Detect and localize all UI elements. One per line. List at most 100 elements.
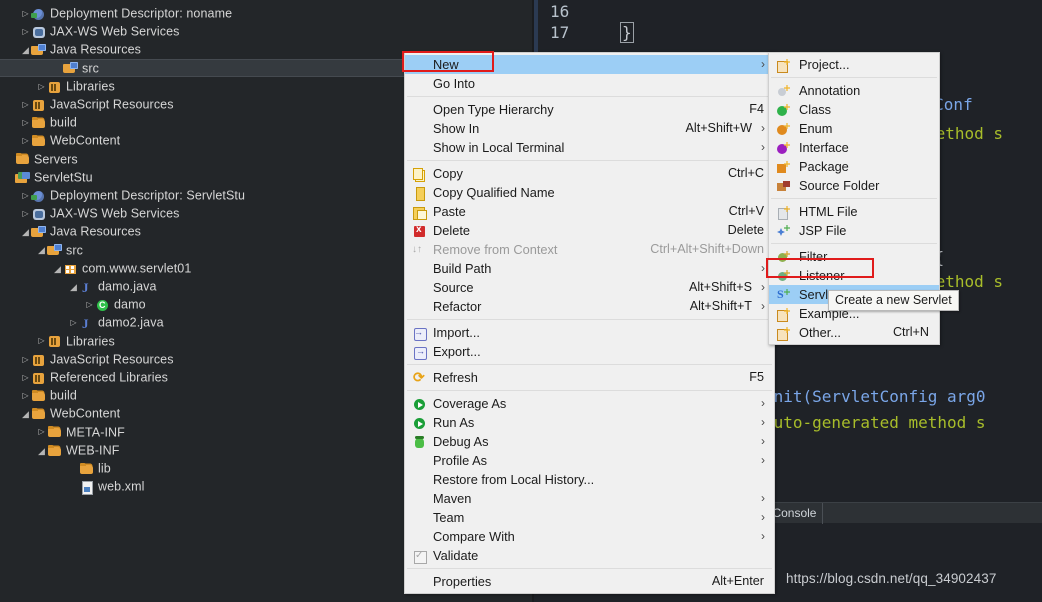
folder-icon: [47, 425, 63, 439]
new-menu-item-listener[interactable]: Listener: [769, 266, 939, 285]
menu-item-show-in-local-terminal[interactable]: Show in Local Terminal ›: [405, 138, 774, 157]
menu-item-export[interactable]: Export...: [405, 342, 774, 361]
new-menu-item-jsp-file[interactable]: JSP File: [769, 221, 939, 240]
menu-item-properties[interactable]: Properties Alt+Enter: [405, 572, 774, 591]
new-menu-item-enum[interactable]: Enum: [769, 119, 939, 138]
chevron-right-icon[interactable]: ▷: [84, 296, 95, 314]
menu-item-run-as[interactable]: Run As ›: [405, 413, 774, 432]
chevron-right-icon[interactable]: ▷: [20, 132, 31, 150]
delete-icon: [413, 223, 426, 238]
menu-item-profile-as[interactable]: Profile As ›: [405, 451, 774, 470]
menu-item-label: Coverage As: [433, 396, 507, 411]
chevron-right-icon[interactable]: ▷: [20, 23, 31, 41]
menu-item-open-type-hierarchy[interactable]: Open Type Hierarchy F4: [405, 100, 774, 119]
package-icon: [63, 262, 79, 276]
chevron-down-icon[interactable]: ◢: [68, 278, 79, 296]
tree-item-jax-ws-web-services[interactable]: ▷ JAX-WS Web Services: [0, 22, 534, 40]
menu-separator: [407, 160, 772, 161]
new-menu-item-other[interactable]: Other... Ctrl+N: [769, 323, 939, 342]
menu-item-label: Export...: [433, 344, 481, 359]
new-menu-item-source-folder[interactable]: Source Folder: [769, 176, 939, 195]
tree-item-deployment-descriptor-noname[interactable]: ▷ Deployment Descriptor: noname: [0, 4, 534, 22]
menu-separator: [407, 568, 772, 569]
menu-item-delete[interactable]: Delete Delete: [405, 221, 774, 240]
menu-item-debug-as[interactable]: Debug As ›: [405, 432, 774, 451]
chevron-down-icon[interactable]: ◢: [20, 223, 31, 241]
chevron-down-icon[interactable]: ◢: [20, 41, 31, 59]
menu-item-refactor[interactable]: Refactor Alt+Shift+T ›: [405, 297, 774, 316]
chevron-right-icon[interactable]: ▷: [36, 332, 47, 350]
chevron-right-icon[interactable]: ▷: [20, 187, 31, 205]
menu-item-source[interactable]: Source Alt+Shift+S ›: [405, 278, 774, 297]
chevron-down-icon[interactable]: ◢: [36, 241, 47, 259]
new-menu-item-class[interactable]: Class: [769, 100, 939, 119]
new-enum-icon: [777, 123, 790, 136]
menu-item-label: Compare With: [433, 529, 515, 544]
menu-item-team[interactable]: Team ›: [405, 508, 774, 527]
menu-item-refresh[interactable]: Refresh F5: [405, 368, 774, 387]
chevron-right-icon[interactable]: ▷: [20, 369, 31, 387]
new-servlet-icon: [777, 285, 790, 304]
chevron-right-icon[interactable]: ▷: [20, 5, 31, 23]
menu-item-validate[interactable]: Validate: [405, 546, 774, 565]
refresh-icon: [413, 369, 426, 386]
menu-item-accelerator: Delete: [727, 223, 764, 237]
menu-item-accelerator: Alt+Enter: [711, 574, 764, 588]
folder-icon: [31, 407, 47, 421]
chevron-right-icon[interactable]: ▷: [36, 78, 47, 96]
menu-item-copy-qualified-name[interactable]: Copy Qualified Name: [405, 183, 774, 202]
matched-brace: }: [620, 22, 634, 43]
menu-item-import[interactable]: Import...: [405, 323, 774, 342]
new-menu-item-label: Source Folder: [799, 178, 880, 193]
menu-separator: [407, 96, 772, 97]
chevron-right-icon: ›: [761, 121, 765, 135]
new-menu-item-html-file[interactable]: HTML File: [769, 202, 939, 221]
chevron-right-icon[interactable]: ▷: [20, 205, 31, 223]
chevron-right-icon[interactable]: ▷: [68, 314, 79, 332]
tree-item-label: Libraries: [66, 79, 115, 94]
debug-icon: [413, 436, 426, 449]
chevron-down-icon[interactable]: ◢: [36, 442, 47, 460]
java-resources-icon: [31, 225, 47, 239]
blog-watermark: https://blog.csdn.net/qq_34902437: [786, 571, 997, 586]
new-menu-item-package[interactable]: Package: [769, 157, 939, 176]
chevron-right-icon[interactable]: ▷: [20, 387, 31, 405]
menu-item-coverage-as[interactable]: Coverage As ›: [405, 394, 774, 413]
tree-item-label: com.www.servlet01: [82, 261, 192, 276]
menu-item-build-path[interactable]: Build Path ›: [405, 259, 774, 278]
copy-qualified-name-icon: [413, 187, 426, 201]
menu-item-maven[interactable]: Maven ›: [405, 489, 774, 508]
tree-item-label: Libraries: [66, 334, 115, 349]
menu-item-new[interactable]: New ›: [405, 55, 774, 74]
new-example-icon: [777, 308, 790, 322]
menu-item-paste[interactable]: Paste Ctrl+V: [405, 202, 774, 221]
menu-item-label: Open Type Hierarchy: [433, 102, 554, 117]
project-explorer-context-menu[interactable]: New › Go Into Open Type Hierarchy F4 Show In A…: [404, 52, 775, 594]
chevron-down-icon[interactable]: ◢: [52, 260, 63, 278]
folder-icon: [31, 116, 47, 130]
menu-item-accelerator: F4: [749, 102, 764, 116]
menu-item-copy[interactable]: Copy Ctrl+C: [405, 164, 774, 183]
chevron-right-icon[interactable]: ▷: [36, 423, 47, 441]
deployment-descriptor-icon: [31, 189, 47, 203]
tree-item-label: build: [50, 115, 77, 130]
validate-icon: [413, 547, 427, 564]
new-menu-item-filter[interactable]: Filter: [769, 247, 939, 266]
menu-item-accelerator: Alt+Shift+T: [689, 299, 752, 313]
chevron-right-icon[interactable]: ▷: [20, 96, 31, 114]
menu-item-accelerator: Ctrl+C: [727, 166, 764, 180]
submenu-separator: [771, 198, 937, 199]
tree-item-label: damo: [114, 297, 146, 312]
chevron-down-icon[interactable]: ◢: [20, 405, 31, 423]
chevron-right-icon: ›: [761, 529, 765, 543]
code-closing-brace: }: [620, 22, 634, 43]
chevron-right-icon[interactable]: ▷: [20, 351, 31, 369]
menu-item-show-in[interactable]: Show In Alt+Shift+W ›: [405, 119, 774, 138]
menu-item-go-into[interactable]: Go Into: [405, 74, 774, 93]
new-menu-item-interface[interactable]: Interface: [769, 138, 939, 157]
new-menu-item-project[interactable]: Project...: [769, 55, 939, 74]
menu-item-restore-from-local-history[interactable]: Restore from Local History...: [405, 470, 774, 489]
chevron-right-icon[interactable]: ▷: [20, 114, 31, 132]
new-menu-item-annotation[interactable]: Annotation: [769, 81, 939, 100]
menu-item-compare-with[interactable]: Compare With ›: [405, 527, 774, 546]
